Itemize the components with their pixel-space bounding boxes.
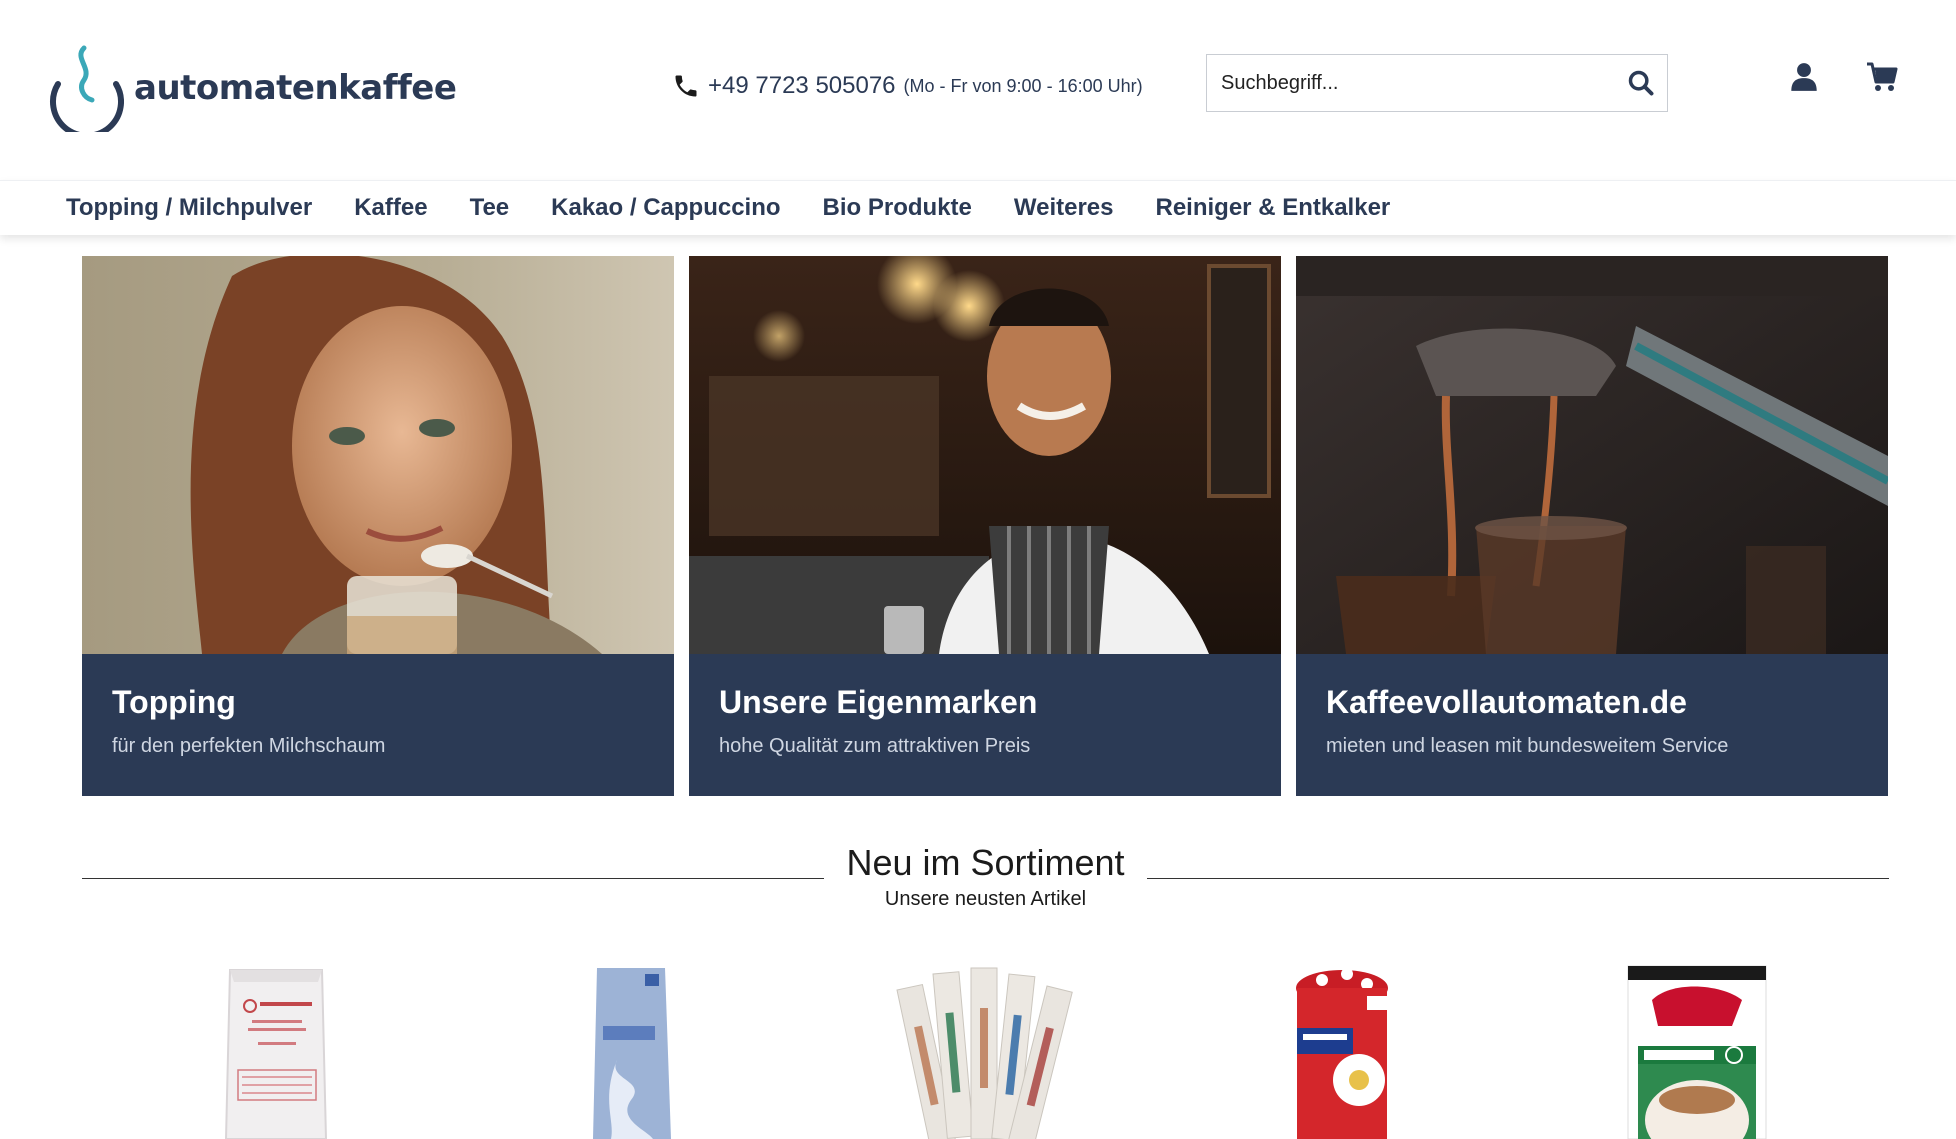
teaser-body-kaffeevollautomaten: Kaffeevollautomaten.de mieten und leasen…	[1296, 654, 1888, 796]
teaser-card-kaffeevollautomaten[interactable]: Kaffeevollautomaten.de mieten und leasen…	[1296, 256, 1888, 796]
product-list	[82, 960, 1889, 1139]
site-logo[interactable]: automatenkaffee	[44, 44, 457, 132]
section-subtitle: Unsere neusten Artikel	[884, 888, 1087, 910]
teaser-subtitle: mieten und leasen mit bundesweitem Servi…	[1326, 735, 1729, 757]
search-button[interactable]	[1615, 55, 1667, 111]
product-sugar-sticks[interactable]	[867, 960, 1107, 1139]
product-cappuccino-topping[interactable]	[222, 960, 332, 1139]
nav-item-weiteres[interactable]: Weiteres	[1014, 194, 1114, 222]
search-icon	[1628, 70, 1654, 96]
divider-left	[82, 878, 824, 879]
logo-icon	[50, 45, 124, 132]
divider-right	[1147, 878, 1889, 879]
phone-number: +49 7723 505076	[708, 72, 896, 99]
search-box	[1206, 54, 1668, 112]
phone-hours: (Mo - Fr von 9:00 - 16:00 Uhr)	[903, 75, 1143, 96]
new-products-heading: Neu im Sortiment Unsere neusten Artikel	[82, 838, 1889, 918]
phone-contact[interactable]: +49 7723 505076 (Mo - Fr von 9:00 - 16:0…	[672, 72, 1143, 100]
logo-text: automatenkaffee	[134, 68, 457, 108]
teaser-title: Unsere Eigenmarken	[719, 684, 1038, 720]
nav-item-topping[interactable]: Topping / Milchpulver	[66, 194, 312, 222]
teaser-image-topping	[82, 256, 674, 654]
cart-icon[interactable]	[1866, 62, 1898, 92]
section-title: Neu im Sortiment	[846, 842, 1125, 883]
nav-item-reiniger[interactable]: Reiniger & Entkalker	[1156, 194, 1391, 222]
teaser-title: Kaffeevollautomaten.de	[1326, 684, 1687, 720]
nav-item-bio[interactable]: Bio Produkte	[823, 194, 972, 222]
teaser-body-topping: Topping für den perfekten Milchschaum	[82, 654, 674, 796]
nav-item-tee[interactable]: Tee	[470, 194, 510, 222]
phone-icon	[675, 75, 697, 97]
teaser-title: Topping	[112, 684, 236, 720]
site-header: automatenkaffee +49 7723 505076 (Mo - Fr…	[0, 0, 1956, 180]
search-input[interactable]	[1207, 55, 1615, 111]
account-icon[interactable]	[1790, 62, 1818, 92]
main-navigation: Topping / Milchpulver Kaffee Tee Kakao /…	[0, 180, 1956, 235]
product-plnt[interactable]	[587, 960, 677, 1139]
teaser-image-eigenmarken	[689, 256, 1281, 654]
nav-item-kakao[interactable]: Kakao / Cappuccino	[551, 194, 780, 222]
nav-item-kaffee[interactable]: Kaffee	[354, 194, 427, 222]
teaser-image-kaffeevollautomaten	[1296, 256, 1888, 654]
teaser-grid: Topping für den perfekten Milchschaum Un…	[82, 256, 1889, 796]
teaser-subtitle: für den perfekten Milchschaum	[112, 735, 386, 757]
teaser-subtitle: hohe Qualität zum attraktiven Preis	[719, 735, 1031, 757]
teaser-body-eigenmarken: Unsere Eigenmarken hohe Qualität zum att…	[689, 654, 1281, 796]
teaser-card-eigenmarken[interactable]: Unsere Eigenmarken hohe Qualität zum att…	[689, 256, 1281, 796]
product-regilait-topping[interactable]	[1622, 960, 1772, 1139]
product-munz-tin[interactable]	[1287, 960, 1397, 1139]
teaser-card-topping[interactable]: Topping für den perfekten Milchschaum	[82, 256, 674, 796]
